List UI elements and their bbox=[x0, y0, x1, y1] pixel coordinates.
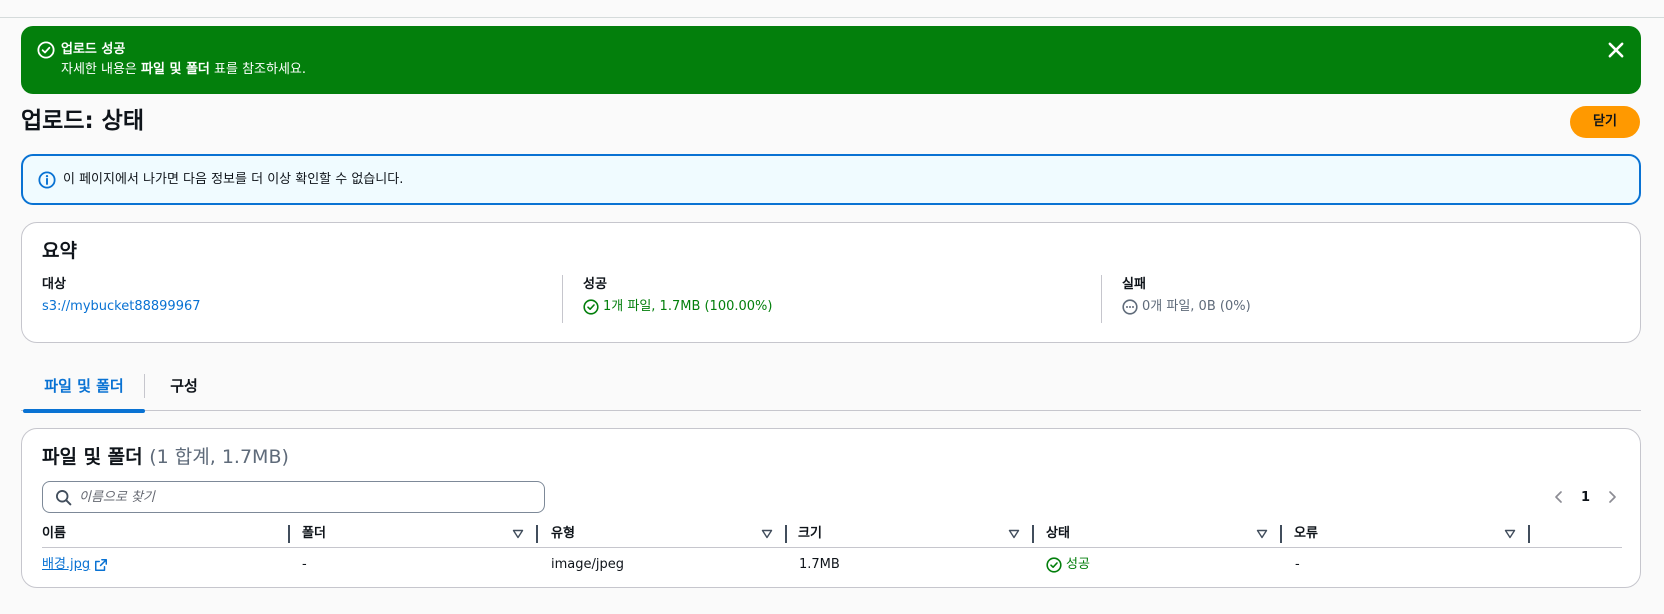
flash-description: 자세한 내용은 파일 및 폴더 표를 참조하세요. bbox=[61, 62, 307, 77]
cell-folder: - bbox=[302, 557, 307, 572]
column-resizer[interactable] bbox=[1280, 525, 1282, 543]
sort-caret-icon bbox=[1008, 529, 1020, 539]
succeeded-value: 1개 파일, 1.7MB (100.00%) bbox=[583, 297, 772, 317]
summary-destination: 대상 s3://mybucket88899967 bbox=[42, 275, 201, 323]
summary-title: 요약 bbox=[42, 240, 77, 262]
summary-succeeded: 성공 1개 파일, 1.7MB (100.00%) bbox=[562, 275, 772, 323]
destination-label: 대상 bbox=[42, 277, 66, 292]
cell-type: image/jpeg bbox=[551, 557, 624, 572]
success-check-icon bbox=[583, 299, 599, 315]
files-table-container: 파일 및 폴더 (1 합계, 1.7MB) 1 이름 폴더 유형 bbox=[21, 428, 1641, 588]
external-link-icon[interactable] bbox=[94, 558, 108, 572]
pending-ellipsis-icon bbox=[1122, 299, 1138, 315]
cell-error: - bbox=[1295, 557, 1300, 572]
column-resizer[interactable] bbox=[785, 525, 787, 543]
files-count: (1 합계, 1.7MB) bbox=[149, 446, 289, 468]
info-alert: 이 페이지에서 나가면 다음 정보를 더 이상 확인할 수 없습니다. bbox=[21, 154, 1641, 205]
chevron-right-icon[interactable] bbox=[1604, 489, 1620, 505]
upload-success-flash: 업로드 성공 자세한 내용은 파일 및 폴더 표를 참조하세요. bbox=[21, 26, 1641, 94]
cell-status: 성공 bbox=[1046, 549, 1090, 581]
top-divider bbox=[0, 17, 1664, 18]
column-resizer[interactable] bbox=[1032, 525, 1034, 543]
destination-link[interactable]: s3://mybucket88899967 bbox=[42, 297, 201, 317]
search-icon bbox=[56, 490, 72, 506]
success-check-icon bbox=[1046, 557, 1062, 573]
summary-failed: 실패 0개 파일, 0B (0%) bbox=[1101, 275, 1251, 323]
chevron-left-icon[interactable] bbox=[1551, 489, 1567, 505]
close-button[interactable]: 닫기 bbox=[1570, 106, 1640, 138]
check-circle-icon bbox=[37, 41, 55, 59]
column-header-name[interactable]: 이름 bbox=[42, 521, 290, 547]
page-title: 업로드: 상태 bbox=[21, 108, 145, 134]
column-resizer[interactable] bbox=[288, 525, 290, 543]
search-field[interactable] bbox=[42, 481, 545, 513]
column-resizer[interactable] bbox=[536, 525, 538, 543]
files-table-title: 파일 및 폴더 (1 합계, 1.7MB) bbox=[42, 446, 289, 468]
search-input[interactable] bbox=[79, 486, 519, 508]
tab-bar: 파일 및 폴더 구성 bbox=[21, 368, 1641, 413]
column-header-folder[interactable]: 폴더 bbox=[302, 521, 538, 547]
file-name-link[interactable]: 배경.jpg bbox=[42, 549, 90, 581]
tab-configuration[interactable]: 구성 bbox=[157, 368, 211, 411]
succeeded-label: 성공 bbox=[583, 277, 607, 292]
column-header-type[interactable]: 유형 bbox=[551, 521, 787, 547]
failed-value: 0개 파일, 0B (0%) bbox=[1122, 297, 1251, 317]
tab-divider bbox=[144, 374, 145, 398]
table-row: 배경.jpg - image/jpeg 1.7MB 성공 - bbox=[42, 549, 1622, 581]
column-header-size[interactable]: 크기 bbox=[798, 521, 1034, 547]
column-resizer[interactable] bbox=[1528, 525, 1530, 543]
info-alert-text: 이 페이지에서 나가면 다음 정보를 더 이상 확인할 수 없습니다. bbox=[63, 172, 404, 187]
pagination: 1 bbox=[1551, 485, 1620, 509]
page-number[interactable]: 1 bbox=[1581, 490, 1590, 505]
sort-caret-icon bbox=[512, 529, 524, 539]
column-header-error[interactable]: 오류 bbox=[1294, 521, 1530, 547]
summary-container: 요약 대상 s3://mybucket88899967 성공 1개 파일, 1.… bbox=[21, 222, 1641, 343]
sort-caret-icon bbox=[1504, 529, 1516, 539]
tab-files-and-folders[interactable]: 파일 및 폴더 bbox=[23, 368, 145, 413]
cell-size: 1.7MB bbox=[799, 557, 840, 572]
sort-caret-icon bbox=[1256, 529, 1268, 539]
failed-label: 실패 bbox=[1122, 277, 1146, 292]
flash-title: 업로드 성공 bbox=[61, 42, 126, 57]
dismiss-flash-close-icon[interactable] bbox=[1605, 39, 1627, 61]
cell-name: 배경.jpg bbox=[42, 549, 108, 581]
sort-caret-icon bbox=[761, 529, 773, 539]
table-header: 이름 폴더 유형 크기 상태 오류 bbox=[42, 521, 1622, 548]
column-header-status[interactable]: 상태 bbox=[1046, 521, 1282, 547]
info-icon bbox=[38, 171, 56, 189]
